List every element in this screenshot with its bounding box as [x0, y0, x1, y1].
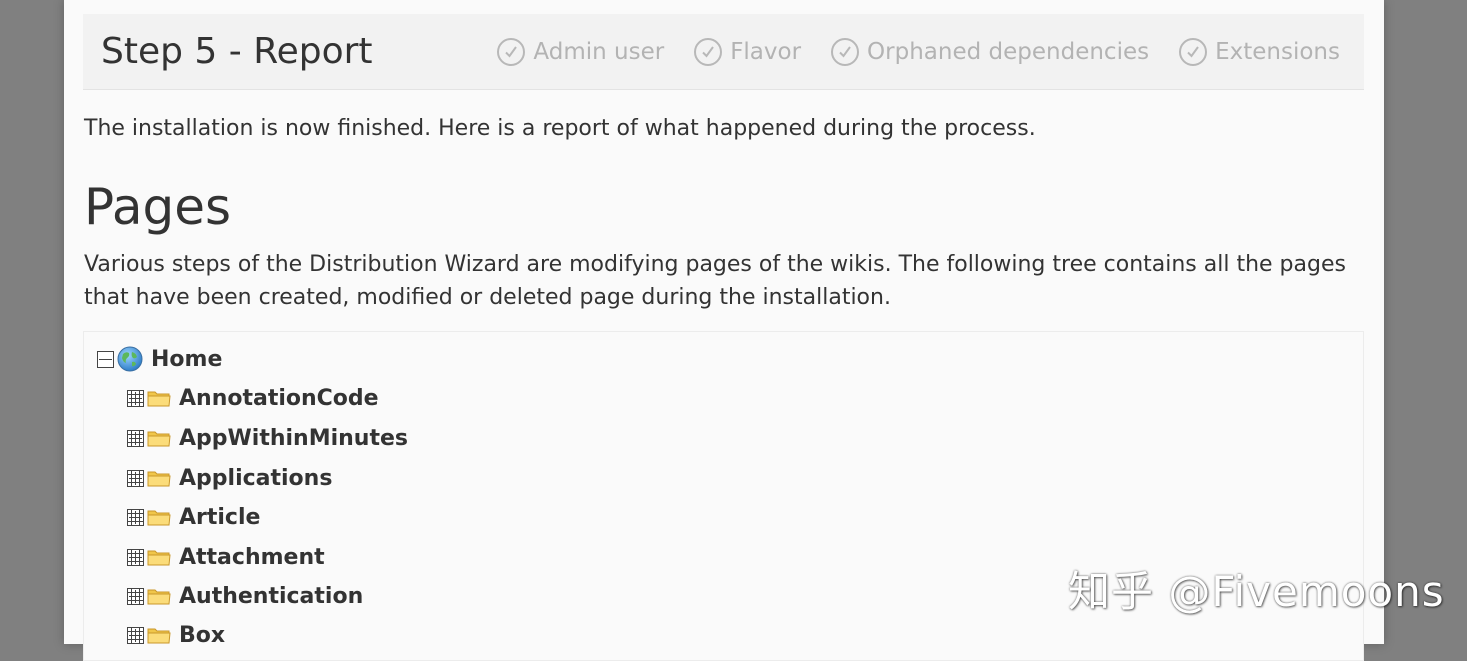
- check-circle-icon: [694, 38, 723, 66]
- tree-node-appwithinminutes[interactable]: AppWithinMinutes: [127, 422, 408, 454]
- step-label: Flavor: [730, 39, 802, 65]
- expand-toggle-icon[interactable]: [127, 429, 144, 447]
- tree-node-article[interactable]: Article: [127, 501, 260, 533]
- step-admin-user: Admin user: [497, 38, 664, 66]
- tree-node-label: Article: [179, 504, 261, 530]
- expand-toggle-icon[interactable]: [127, 469, 144, 487]
- tree-node-label: Applications: [179, 465, 333, 491]
- step-header: Step 5 - Report Admin user Flavor Orphan…: [83, 14, 1364, 90]
- pages-description: Various steps of the Distribution Wizard…: [84, 252, 1346, 310]
- tree-node-box[interactable]: Box: [127, 619, 225, 651]
- step-orphaned-dependencies: Orphaned dependencies: [831, 38, 1149, 66]
- tree-node-annotationcode[interactable]: AnnotationCode: [127, 382, 379, 414]
- step-title: Step 5 - Report: [101, 31, 373, 72]
- folder-icon: [147, 510, 171, 526]
- check-circle-icon: [497, 38, 526, 66]
- tree-node-label: Attachment: [179, 544, 325, 570]
- folder-icon: [147, 550, 171, 566]
- step-progress: Admin user Flavor Orphaned dependencies …: [497, 34, 1340, 70]
- folder-icon: [147, 628, 171, 644]
- expand-toggle-icon[interactable]: [127, 508, 144, 526]
- wizard-page: Step 5 - Report Admin user Flavor Orphan…: [64, 0, 1384, 661]
- folder-icon: [147, 391, 171, 407]
- intro-text: The installation is now finished. Here i…: [84, 116, 1036, 141]
- folder-icon: [147, 431, 171, 447]
- tree-node-attachment[interactable]: Attachment: [127, 541, 325, 573]
- step-label: Admin user: [533, 39, 665, 65]
- tree-node-home[interactable]: Home: [97, 343, 222, 375]
- step-flavor: Flavor: [694, 38, 801, 66]
- tree-node-label: Authentication: [179, 583, 364, 609]
- folder-icon: [147, 589, 171, 605]
- folder-icon: [147, 471, 171, 487]
- globe-icon: [117, 346, 143, 372]
- step-extensions: Extensions: [1179, 38, 1340, 66]
- expand-toggle-icon[interactable]: [127, 548, 144, 566]
- check-circle-icon: [1179, 38, 1208, 66]
- expand-toggle-icon[interactable]: [127, 389, 144, 407]
- pages-heading: Pages: [84, 178, 232, 236]
- expand-toggle-icon[interactable]: [127, 626, 144, 644]
- collapse-toggle-icon[interactable]: [97, 350, 114, 368]
- check-circle-icon: [831, 38, 860, 66]
- tree-node-label: Home: [151, 346, 223, 372]
- tree-node-label: AnnotationCode: [179, 385, 379, 411]
- watermark: 知乎 @Fivemoons: [1068, 567, 1445, 616]
- tree-node-label: AppWithinMinutes: [179, 425, 409, 451]
- tree-node-authentication[interactable]: Authentication: [127, 580, 363, 612]
- tree-node-applications[interactable]: Applications: [127, 462, 332, 494]
- step-label: Orphaned dependencies: [867, 39, 1150, 65]
- step-label: Extensions: [1215, 39, 1340, 65]
- expand-toggle-icon[interactable]: [127, 587, 144, 605]
